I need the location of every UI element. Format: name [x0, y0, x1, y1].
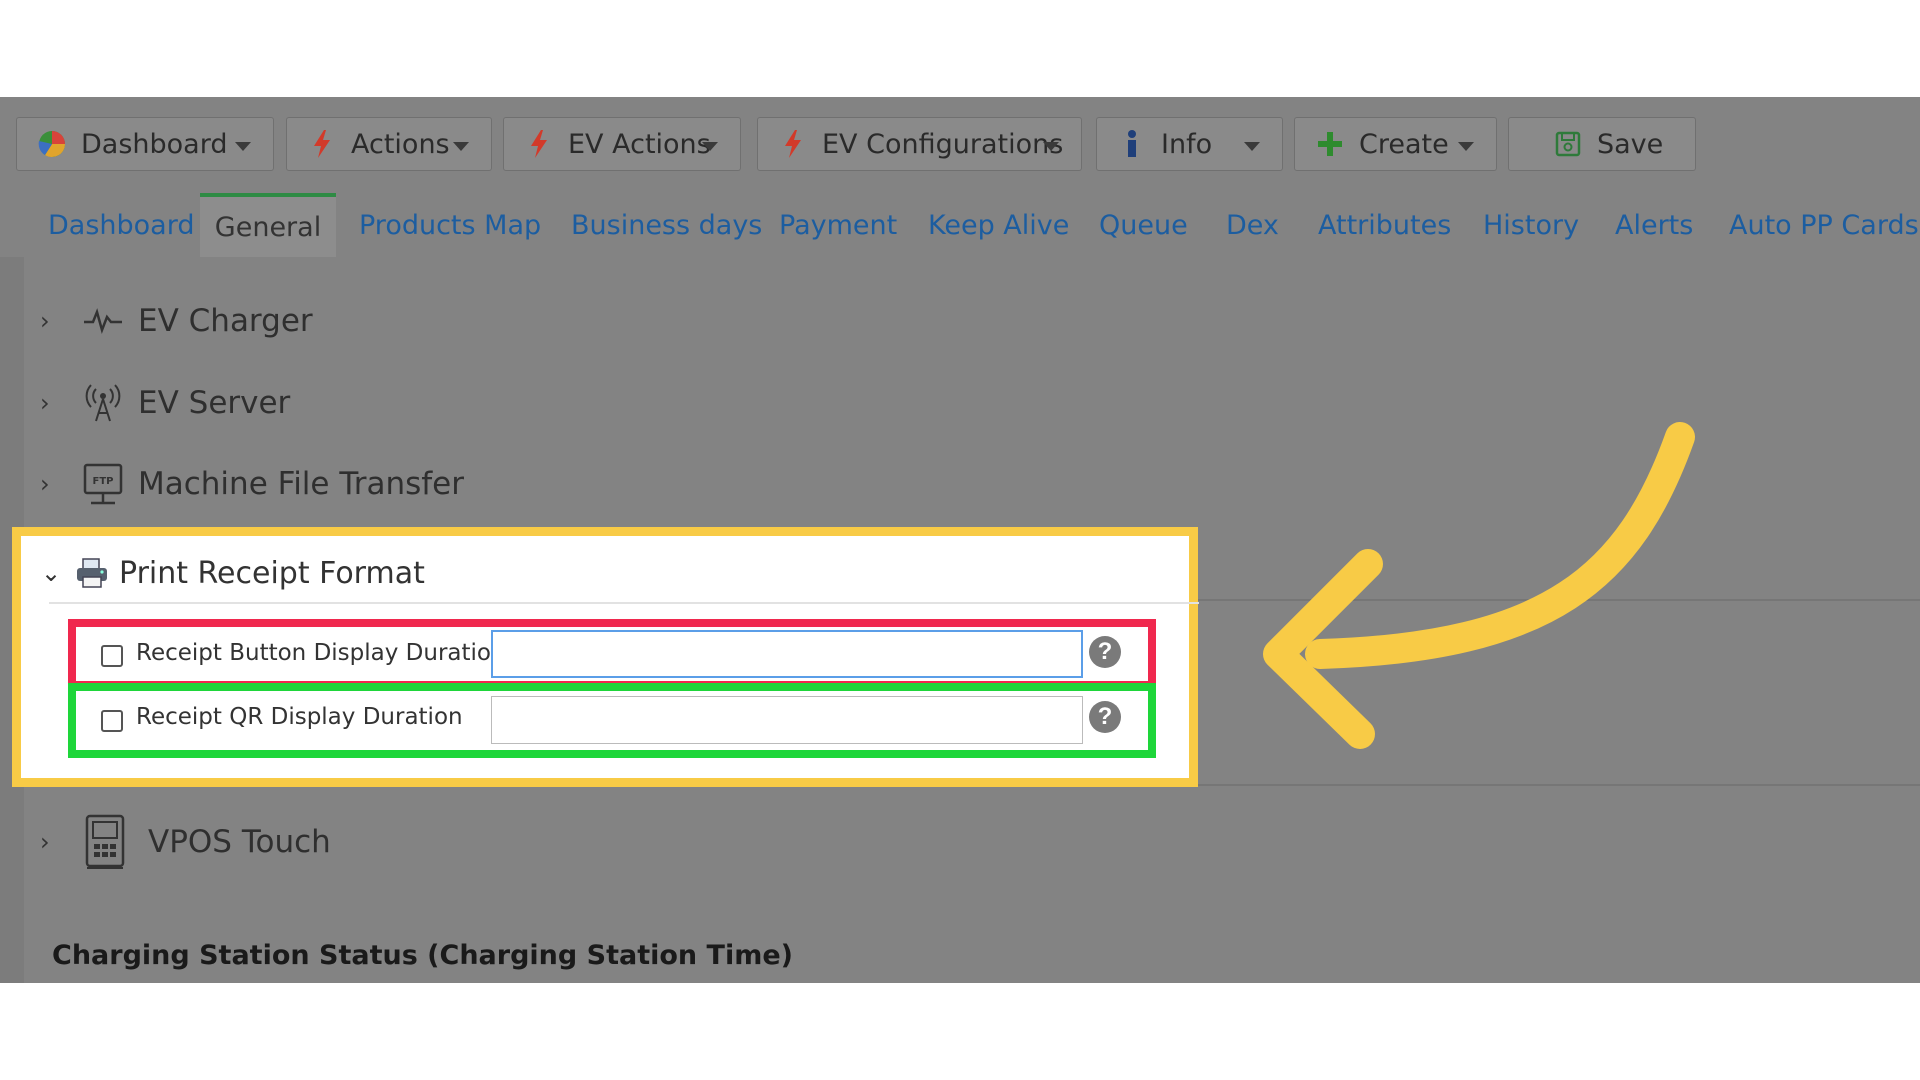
receipt-button-duration-checkbox[interactable] [101, 645, 123, 667]
charging-station-status-title: Charging Station Status (Charging Statio… [52, 940, 793, 971]
section-machine-file-transfer-label: Machine File Transfer [138, 466, 464, 502]
chevron-down-icon [235, 142, 251, 151]
tab-queue[interactable]: Queue [1099, 193, 1188, 257]
annotation-arrow-icon [1263, 422, 1695, 749]
printer-icon [75, 556, 113, 590]
ev-actions-menu-label: EV Actions [568, 128, 711, 160]
chevron-right-icon: › [40, 389, 50, 417]
print-receipt-format-panel: ⌄ Print Receipt Format Receipt Button Di… [12, 527, 1199, 787]
chevron-down-icon [1458, 142, 1474, 151]
chevron-right-icon: › [40, 828, 50, 856]
tab-attributes[interactable]: Attributes [1318, 193, 1451, 257]
section-ev-charger-label: EV Charger [138, 303, 313, 339]
dashboard-menu-label: Dashboard [81, 128, 228, 160]
tab-history[interactable]: History [1483, 193, 1579, 257]
info-menu-button[interactable]: Info [1096, 117, 1283, 171]
tab-dex[interactable]: Dex [1226, 193, 1279, 257]
terminal-icon [82, 813, 128, 871]
chevron-down-icon [1244, 142, 1260, 151]
pulse-icon [82, 299, 124, 343]
chevron-down-icon [1043, 142, 1059, 151]
tab-dashboard[interactable]: Dashboard [48, 193, 194, 257]
app-screen: Dashboard Actions EV Actions EV Configur… [0, 97, 1920, 983]
antenna-icon [82, 381, 124, 425]
info-icon [1117, 129, 1147, 159]
dashboard-menu-button[interactable]: Dashboard [16, 117, 274, 171]
svg-text:FTP: FTP [93, 476, 114, 487]
chevron-right-icon: › [40, 470, 50, 498]
tab-general[interactable]: General [200, 193, 336, 257]
ftp-icon: FTP [82, 462, 124, 506]
pie-chart-icon [37, 129, 67, 159]
section-ev-server[interactable]: › EV Server [40, 373, 290, 433]
save-button[interactable]: Save [1508, 117, 1696, 171]
receipt-button-duration-input[interactable] [491, 630, 1083, 678]
section-print-receipt-format[interactable]: ⌄ Print Receipt Format [41, 550, 425, 596]
ev-actions-menu-button[interactable]: EV Actions [503, 117, 741, 171]
section-print-receipt-format-label: Print Receipt Format [119, 555, 425, 591]
tab-business-days[interactable]: Business days [571, 193, 762, 257]
receipt-button-duration-label: Receipt Button Display Duration [136, 640, 506, 666]
info-menu-label: Info [1161, 128, 1213, 160]
section-vpos-touch-label: VPOS Touch [148, 824, 331, 860]
save-icon [1553, 129, 1583, 159]
chevron-right-icon: › [40, 307, 50, 335]
actions-menu-button[interactable]: Actions [286, 117, 492, 171]
actions-menu-label: Actions [351, 128, 450, 160]
tab-auto-pp-cards[interactable]: Auto PP Cards [1729, 193, 1919, 257]
tab-products-map[interactable]: Products Map [359, 193, 541, 257]
tab-alerts[interactable]: Alerts [1615, 193, 1693, 257]
ev-configurations-menu-button[interactable]: EV Configurations [757, 117, 1082, 171]
receipt-qr-duration-input[interactable] [491, 696, 1083, 744]
panel-divider [49, 602, 1199, 604]
section-ev-server-label: EV Server [138, 385, 291, 421]
plus-icon [1315, 129, 1345, 159]
help-icon[interactable]: ? [1089, 636, 1121, 668]
tab-bar: Dashboard General Products Map Business … [0, 193, 1920, 257]
create-menu-label: Create [1359, 128, 1449, 160]
lightning-icon [778, 129, 808, 159]
section-machine-file-transfer[interactable]: › FTP Machine File Transfer [40, 454, 464, 514]
tab-payment[interactable]: Payment [779, 193, 897, 257]
help-icon[interactable]: ? [1089, 701, 1121, 733]
lightning-icon [307, 129, 337, 159]
chevron-down-icon: ⌄ [41, 559, 62, 587]
section-ev-charger[interactable]: › EV Charger [40, 291, 313, 351]
receipt-qr-duration-label: Receipt QR Display Duration [136, 704, 463, 730]
create-menu-button[interactable]: Create [1294, 117, 1497, 171]
lightning-icon [524, 129, 554, 159]
receipt-qr-duration-checkbox[interactable] [101, 710, 123, 732]
save-label: Save [1597, 128, 1664, 160]
chevron-down-icon [702, 142, 718, 151]
tab-keep-alive[interactable]: Keep Alive [928, 193, 1069, 257]
ev-configurations-menu-label: EV Configurations [822, 128, 1064, 160]
chevron-down-icon [453, 142, 469, 151]
section-vpos-touch[interactable]: › VPOS Touch [40, 809, 331, 875]
